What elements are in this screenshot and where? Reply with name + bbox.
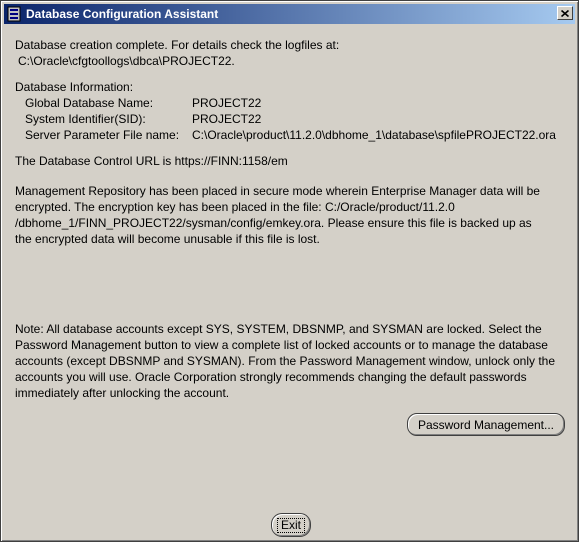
content-panel: Database creation complete. For details … xyxy=(1,25,578,541)
note-line: accounts (except DBSNMP and SYSMAN). Fro… xyxy=(15,354,556,368)
control-url-text: The Database Control URL is https://FINN… xyxy=(15,154,288,168)
password-management-button[interactable]: Password Management... xyxy=(407,413,565,436)
repository-line: Management Repository has been placed in… xyxy=(15,184,540,198)
note-line: Password Management button to view a com… xyxy=(15,338,548,352)
title-bar[interactable]: Database Configuration Assistant xyxy=(4,4,575,24)
application-icon xyxy=(7,6,21,22)
note-line: Note: All database accounts except SYS, … xyxy=(15,322,542,336)
repository-line: encrypted. The encryption key has been p… xyxy=(15,200,455,214)
window-title: Database Configuration Assistant xyxy=(26,7,219,21)
global-db-name-value: PROJECT22 xyxy=(192,96,262,110)
dbca-window: Database Configuration Assistant Databas… xyxy=(0,0,579,542)
spfile-value: C:\Oracle\product\11.2.0\dbhome_1\databa… xyxy=(192,128,556,142)
exit-button-label: Exit xyxy=(276,517,305,533)
spfile-label: Server Parameter File name: xyxy=(25,128,180,142)
global-db-name-label: Global Database Name: xyxy=(25,96,154,110)
logfile-path: C:\Oracle\cfgtoollogs\dbca\PROJECT22. xyxy=(18,54,235,68)
completion-message: Database creation complete. For details … xyxy=(15,38,340,52)
note-line: immediately after unlocking the account. xyxy=(15,386,230,400)
note-line: accounts you will use. Oracle Corporatio… xyxy=(15,370,527,384)
db-info-heading: Database Information: xyxy=(15,80,134,94)
exit-button[interactable]: Exit xyxy=(271,513,311,537)
close-icon xyxy=(560,6,570,20)
repository-line: the encrypted data will become unusable … xyxy=(15,232,320,246)
close-button[interactable] xyxy=(557,6,573,20)
sid-value: PROJECT22 xyxy=(192,112,262,126)
repository-line: /dbhome_1/FINN_PROJECT22/sysman/config/e… xyxy=(15,216,532,230)
sid-label: System Identifier(SID): xyxy=(25,112,146,126)
